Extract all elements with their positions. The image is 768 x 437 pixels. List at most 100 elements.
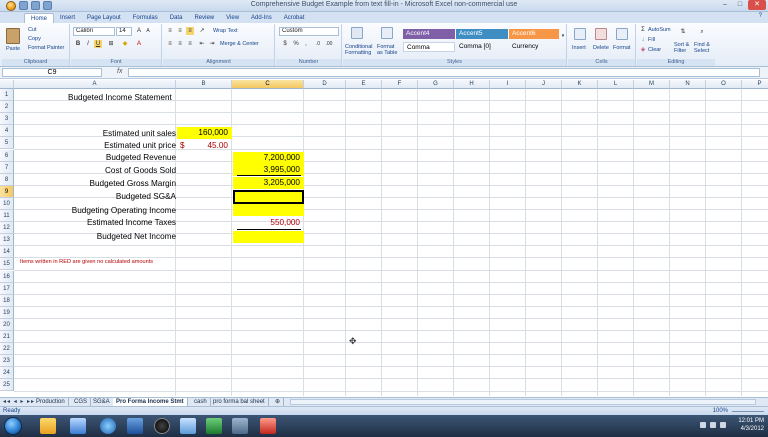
conditional-formatting-button[interactable]: Conditional Formatting: [345, 44, 375, 56]
style-accent5[interactable]: Accent5: [456, 29, 508, 39]
spreadsheet-grid[interactable]: A B C D E F G H I J K L M N O P 1 2 3 4 5 6 7 8 9 10 11 12 13 14 15 16 1…: [0, 80, 768, 396]
tab-add-ins[interactable]: Add-Ins: [245, 13, 278, 23]
app-icon[interactable]: [180, 418, 196, 434]
media-icon[interactable]: [70, 418, 86, 434]
tab-insert[interactable]: Insert: [54, 13, 81, 23]
tab-data[interactable]: Data: [164, 13, 189, 23]
align-right-icon[interactable]: ≡: [186, 40, 194, 48]
row-header[interactable]: 11: [0, 210, 14, 223]
row-header[interactable]: 21: [0, 331, 14, 344]
column-header[interactable]: L: [598, 80, 634, 89]
delete-cells-button[interactable]: Delete: [593, 45, 609, 51]
cell-c12[interactable]: [233, 231, 304, 243]
merge-center-button[interactable]: Merge & Center: [220, 41, 259, 47]
delete-cells-icon[interactable]: [595, 28, 607, 40]
cell-a8[interactable]: Budgeted Gross Margin: [14, 179, 176, 188]
sheet-tab-production[interactable]: Production: [33, 398, 69, 406]
row-header[interactable]: 2: [0, 101, 14, 114]
row-header[interactable]: 4: [0, 125, 14, 138]
row-header[interactable]: 6: [0, 149, 14, 162]
cell-a4[interactable]: Estimated unit sales: [14, 129, 176, 138]
help-icon[interactable]: ?: [759, 13, 762, 19]
column-header[interactable]: H: [454, 80, 490, 89]
column-header[interactable]: B: [176, 80, 232, 89]
bold-icon[interactable]: B: [74, 40, 82, 48]
sheet-nav-arrows-icon[interactable]: ◂◂ ◂ ▸ ▸▸: [3, 398, 35, 405]
row-header[interactable]: 18: [0, 294, 14, 307]
format-painter-button[interactable]: Format Painter: [28, 45, 64, 51]
fill-color-icon[interactable]: ◆: [121, 40, 129, 48]
fill-icon[interactable]: ↓: [639, 36, 647, 44]
align-center-icon[interactable]: ≡: [176, 40, 184, 48]
column-header[interactable]: N: [670, 80, 706, 89]
tab-home[interactable]: Home: [24, 13, 55, 23]
column-header[interactable]: O: [706, 80, 742, 89]
tab-view[interactable]: View: [220, 13, 245, 23]
insert-cells-button[interactable]: Insert: [572, 45, 586, 51]
cell-c11[interactable]: 550,000: [233, 218, 304, 227]
row-header[interactable]: 13: [0, 234, 14, 247]
style-accent6[interactable]: Accent6: [509, 29, 559, 39]
column-header[interactable]: M: [634, 80, 670, 89]
font-color-icon[interactable]: A: [135, 40, 143, 48]
cut-button[interactable]: Cut: [28, 27, 37, 33]
clock[interactable]: 12:01 PM 4/3/2012: [738, 417, 764, 433]
comma-format-icon[interactable]: ,: [302, 40, 310, 48]
row-header[interactable]: 16: [0, 270, 14, 283]
flag-icon[interactable]: [720, 422, 726, 428]
underline-icon[interactable]: U: [94, 40, 102, 48]
format-cells-icon[interactable]: [616, 28, 628, 40]
row-header[interactable]: 8: [0, 173, 14, 186]
minimize-button[interactable]: –: [718, 0, 732, 10]
cell-a12[interactable]: Budgeted Net Income: [14, 232, 176, 241]
format-as-table-icon[interactable]: [381, 27, 393, 39]
italic-icon[interactable]: I: [84, 40, 92, 48]
column-header[interactable]: F: [382, 80, 418, 89]
volume-icon[interactable]: [710, 422, 716, 428]
style-comma-0[interactable]: Comma [0]: [456, 42, 508, 52]
row-header[interactable]: 3: [0, 113, 14, 126]
sort-filter-button[interactable]: Sort & Filter: [674, 42, 692, 54]
orientation-icon[interactable]: ↗: [198, 27, 206, 35]
copy-button[interactable]: Copy: [28, 36, 41, 42]
align-left-icon[interactable]: ≡: [166, 40, 174, 48]
paste-button[interactable]: Paste: [6, 46, 20, 52]
zoom-slider[interactable]: [732, 411, 764, 412]
clear-icon[interactable]: ◈: [639, 46, 647, 54]
row-header[interactable]: 14: [0, 246, 14, 259]
find-select-button[interactable]: Find & Select: [694, 42, 714, 54]
tab-review[interactable]: Review: [188, 13, 220, 23]
grow-font-icon[interactable]: A: [135, 27, 143, 35]
decrease-decimal-icon[interactable]: .00: [325, 40, 333, 48]
cell-c6[interactable]: 7,200,000: [233, 152, 304, 164]
row-header[interactable]: 5: [0, 137, 14, 150]
fill-button[interactable]: Fill: [648, 37, 655, 43]
cell-a9[interactable]: Budgeted SG&A: [14, 192, 176, 201]
row-header[interactable]: 1: [0, 89, 14, 102]
style-comma[interactable]: Comma: [403, 42, 455, 52]
format-cells-button[interactable]: Format: [613, 45, 630, 51]
cell-a14[interactable]: Items written in RED are given no calcul…: [20, 259, 153, 265]
styles-more-icon[interactable]: ▾: [559, 32, 567, 40]
percent-format-icon[interactable]: %: [292, 40, 300, 48]
cell-b4[interactable]: 160,000: [177, 127, 232, 139]
select-all-corner[interactable]: [0, 80, 14, 89]
clear-button[interactable]: Clear: [648, 47, 661, 53]
cell-c8[interactable]: 3,205,000: [233, 177, 304, 189]
decrease-indent-icon[interactable]: ⇤: [198, 40, 206, 48]
row-header[interactable]: 19: [0, 306, 14, 319]
column-header[interactable]: J: [526, 80, 562, 89]
column-header[interactable]: E: [346, 80, 382, 89]
cell-a11[interactable]: Estimated Income Taxes: [14, 218, 176, 227]
excel-icon[interactable]: [206, 418, 222, 434]
cell-b5[interactable]: 45.00: [177, 141, 232, 150]
column-header[interactable]: I: [490, 80, 526, 89]
row-header[interactable]: 25: [0, 379, 14, 392]
itunes-icon[interactable]: [154, 418, 170, 434]
column-header[interactable]: C: [232, 80, 304, 89]
formula-input[interactable]: [128, 68, 760, 77]
cell-a5[interactable]: Estimated unit price: [14, 141, 176, 150]
column-header[interactable]: P: [742, 80, 768, 89]
wrap-text-button[interactable]: Wrap Text: [213, 28, 238, 34]
shrink-font-icon[interactable]: A: [144, 27, 152, 35]
